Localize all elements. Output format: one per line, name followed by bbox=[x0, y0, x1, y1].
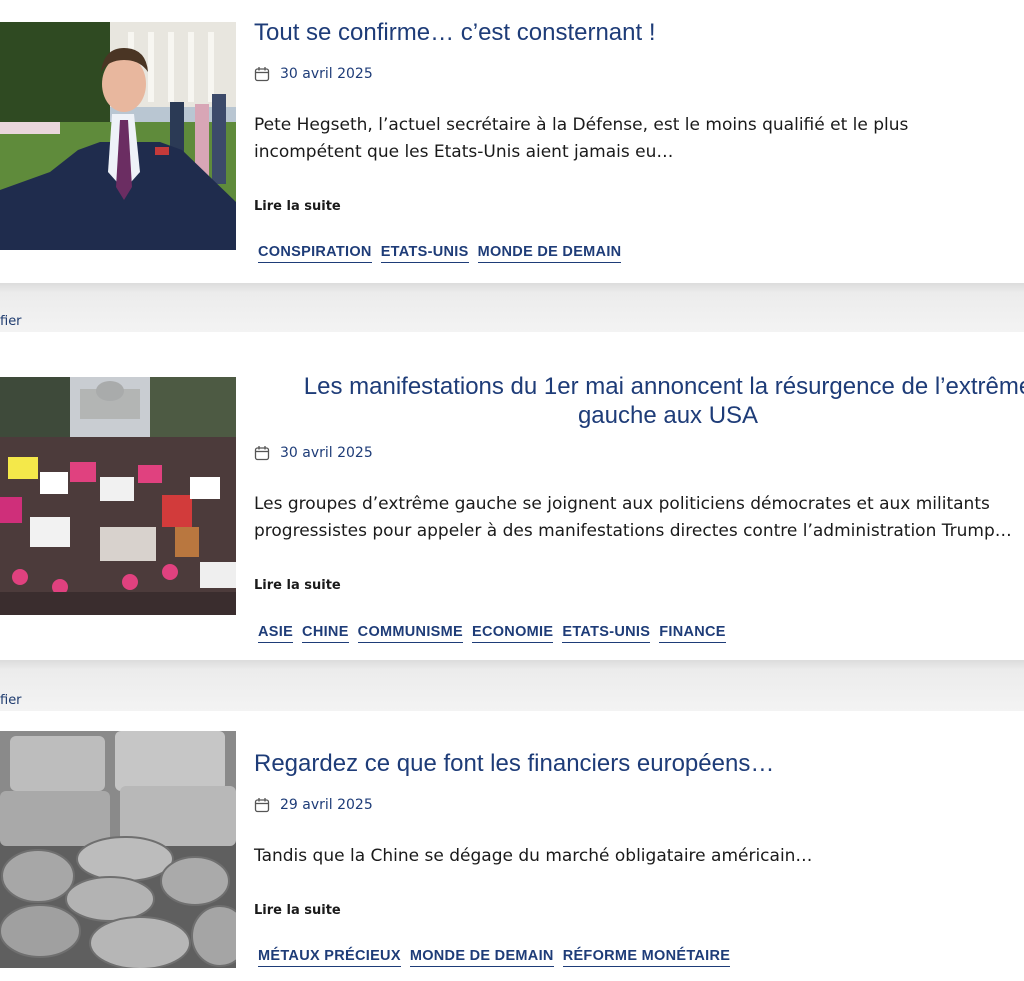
excerpt-line: Tandis que la Chine se dégage du marché … bbox=[254, 846, 813, 866]
excerpt-line: Les groupes d’extrême gauche se joignent… bbox=[254, 494, 990, 514]
article-card: Les manifestations du 1er mai annoncent … bbox=[0, 332, 1024, 660]
tag-link[interactable]: MÉTAUX PRÉCIEUX bbox=[258, 947, 401, 967]
tag-link[interactable]: CONSPIRATION bbox=[258, 243, 372, 263]
read-more-link[interactable]: Lire la suite bbox=[254, 578, 341, 593]
tag-link[interactable]: RÉFORME MONÉTAIRE bbox=[562, 947, 731, 967]
tag-link[interactable]: COMMUNISME bbox=[357, 623, 463, 643]
tag-link[interactable]: CHINE bbox=[302, 623, 349, 643]
article-tags: ASIE CHINE COMMUNISME ECONOMIE ETATS-UNI… bbox=[258, 623, 726, 643]
read-more-link[interactable]: Lire la suite bbox=[254, 903, 341, 918]
tag-link[interactable]: FINANCE bbox=[659, 623, 726, 643]
tag-link[interactable]: MONDE DE DEMAIN bbox=[409, 947, 554, 967]
article-title[interactable]: Tout se confirme… c’est consternant ! bbox=[254, 18, 1024, 47]
article-excerpt: Pete Hegseth, l’actuel secrétaire à la D… bbox=[254, 112, 1024, 166]
article-date: 30 avril 2025 bbox=[254, 66, 373, 82]
article-thumbnail[interactable] bbox=[0, 22, 236, 250]
article-tags: MÉTAUX PRÉCIEUX MONDE DE DEMAIN RÉFORME … bbox=[258, 947, 731, 967]
date-text: 30 avril 2025 bbox=[280, 66, 373, 82]
excerpt-line: incompétent que les Etats-Unis aient jam… bbox=[254, 142, 674, 162]
tag-link[interactable]: MONDE DE DEMAIN bbox=[477, 243, 622, 263]
read-more-link[interactable]: Lire la suite bbox=[254, 199, 341, 214]
tag-link[interactable]: ASIE bbox=[258, 623, 294, 643]
separator-band: fier bbox=[0, 283, 1024, 332]
article-card: Tout se confirme… c’est consternant ! 30… bbox=[0, 0, 1024, 283]
date-text: 30 avril 2025 bbox=[280, 445, 373, 461]
date-text: 29 avril 2025 bbox=[280, 797, 373, 813]
excerpt-line: progressistes pour appeler à des manifes… bbox=[254, 521, 1012, 541]
article-excerpt: Les groupes d’extrême gauche se joignent… bbox=[254, 491, 1024, 545]
article-title[interactable]: Regardez ce que font les financiers euro… bbox=[254, 749, 1024, 778]
separator-link[interactable]: fier bbox=[0, 693, 22, 708]
excerpt-line: Pete Hegseth, l’actuel secrétaire à la D… bbox=[254, 115, 909, 135]
calendar-icon bbox=[254, 798, 270, 813]
article-date: 29 avril 2025 bbox=[254, 797, 373, 813]
article-title[interactable]: Les manifestations du 1er mai annoncent … bbox=[268, 372, 1024, 430]
calendar-icon bbox=[254, 67, 270, 82]
separator-link[interactable]: fier bbox=[0, 314, 22, 329]
tag-link[interactable]: ETATS-UNIS bbox=[380, 243, 469, 263]
article-excerpt: Tandis que la Chine se dégage du marché … bbox=[254, 843, 1024, 870]
separator-band: fier bbox=[0, 660, 1024, 711]
article-tags: CONSPIRATION ETATS-UNIS MONDE DE DEMAIN bbox=[258, 243, 622, 263]
calendar-icon bbox=[254, 446, 270, 461]
article-card: Regardez ce que font les financiers euro… bbox=[0, 711, 1024, 981]
article-thumbnail[interactable] bbox=[0, 377, 236, 615]
tag-link[interactable]: ETATS-UNIS bbox=[562, 623, 651, 643]
tag-link[interactable]: ECONOMIE bbox=[471, 623, 554, 643]
article-thumbnail[interactable] bbox=[0, 731, 236, 968]
article-date: 30 avril 2025 bbox=[254, 445, 373, 461]
